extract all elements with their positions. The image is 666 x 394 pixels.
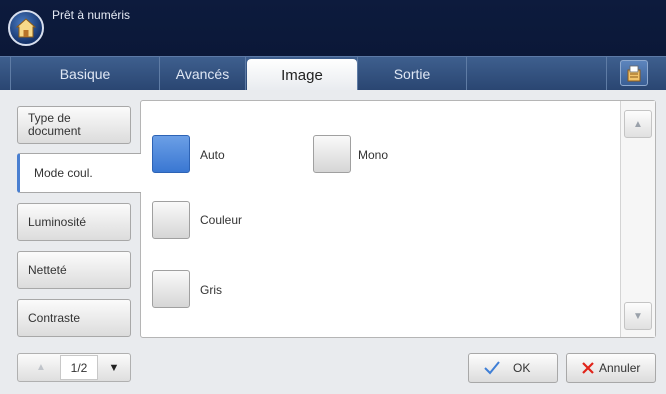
- option-auto-checkbox[interactable]: [152, 135, 190, 173]
- job-status-button[interactable]: [620, 60, 648, 86]
- tab-avances[interactable]: Avancés: [160, 57, 246, 91]
- ok-label: OK: [513, 361, 531, 375]
- cross-icon: [582, 362, 594, 374]
- sidebar-item-mode-couleur[interactable]: Mode coul.: [17, 153, 141, 193]
- option-mono-label: Mono: [358, 148, 389, 162]
- option-auto-label: Auto: [200, 148, 225, 162]
- pager-down-button[interactable]: ▼: [102, 358, 126, 377]
- cancel-label: Annuler: [599, 361, 641, 375]
- sidebar-item-label: Mode coul.: [34, 165, 93, 180]
- home-icon: [15, 18, 37, 38]
- sidebar-item-luminosite[interactable]: Luminosité: [17, 203, 131, 241]
- home-button[interactable]: [8, 10, 44, 46]
- option-gris-label: Gris: [200, 283, 222, 297]
- sidebar-item-type-document[interactable]: Type de document: [17, 106, 131, 144]
- check-icon: [484, 361, 500, 375]
- pager-up-button[interactable]: ▲: [24, 358, 58, 377]
- cancel-button[interactable]: Annuler: [566, 353, 656, 383]
- sidebar-item-label: Type de document: [28, 111, 81, 138]
- sidebar-item-contraste[interactable]: Contraste: [17, 299, 131, 337]
- sidebar-item-label: Luminosité: [28, 214, 87, 229]
- scroll-up-icon: ▲: [633, 118, 643, 130]
- option-couleur-label: Couleur: [200, 213, 243, 227]
- sidebar-item-nettete[interactable]: Netteté: [17, 251, 131, 289]
- scroll-up-button[interactable]: ▲: [624, 110, 652, 138]
- sidebar-item-label: Contraste: [28, 310, 81, 325]
- option-couleur-checkbox[interactable]: [152, 201, 190, 239]
- pager-up-icon: ▲: [36, 362, 46, 373]
- app-title: Prêt à numéris: [52, 8, 131, 22]
- pager-down-icon: ▼: [108, 361, 120, 374]
- screen: Prêt à numéris Basique Avancés Image Sor…: [0, 0, 666, 394]
- tab-empty: [467, 57, 607, 91]
- tab-image[interactable]: Image: [247, 59, 357, 91]
- option-gris-checkbox[interactable]: [152, 270, 190, 308]
- page-indicator: 1/2: [60, 355, 98, 380]
- tab-basique[interactable]: Basique: [10, 57, 160, 91]
- scroll-down-button[interactable]: ▼: [624, 302, 652, 330]
- header-bar: Prêt à numéris: [0, 0, 666, 56]
- pager: ▲ 1/2 ▼: [17, 353, 131, 382]
- tab-bar: Basique Avancés Image Sortie: [0, 56, 666, 91]
- tab-sortie[interactable]: Sortie: [357, 57, 467, 91]
- clipboard-icon: [627, 65, 641, 82]
- sidebar-item-label: Netteté: [28, 262, 67, 277]
- scroll-down-icon: ▼: [633, 310, 643, 322]
- ok-button[interactable]: OK: [468, 353, 558, 383]
- option-mono-checkbox[interactable]: [313, 135, 351, 173]
